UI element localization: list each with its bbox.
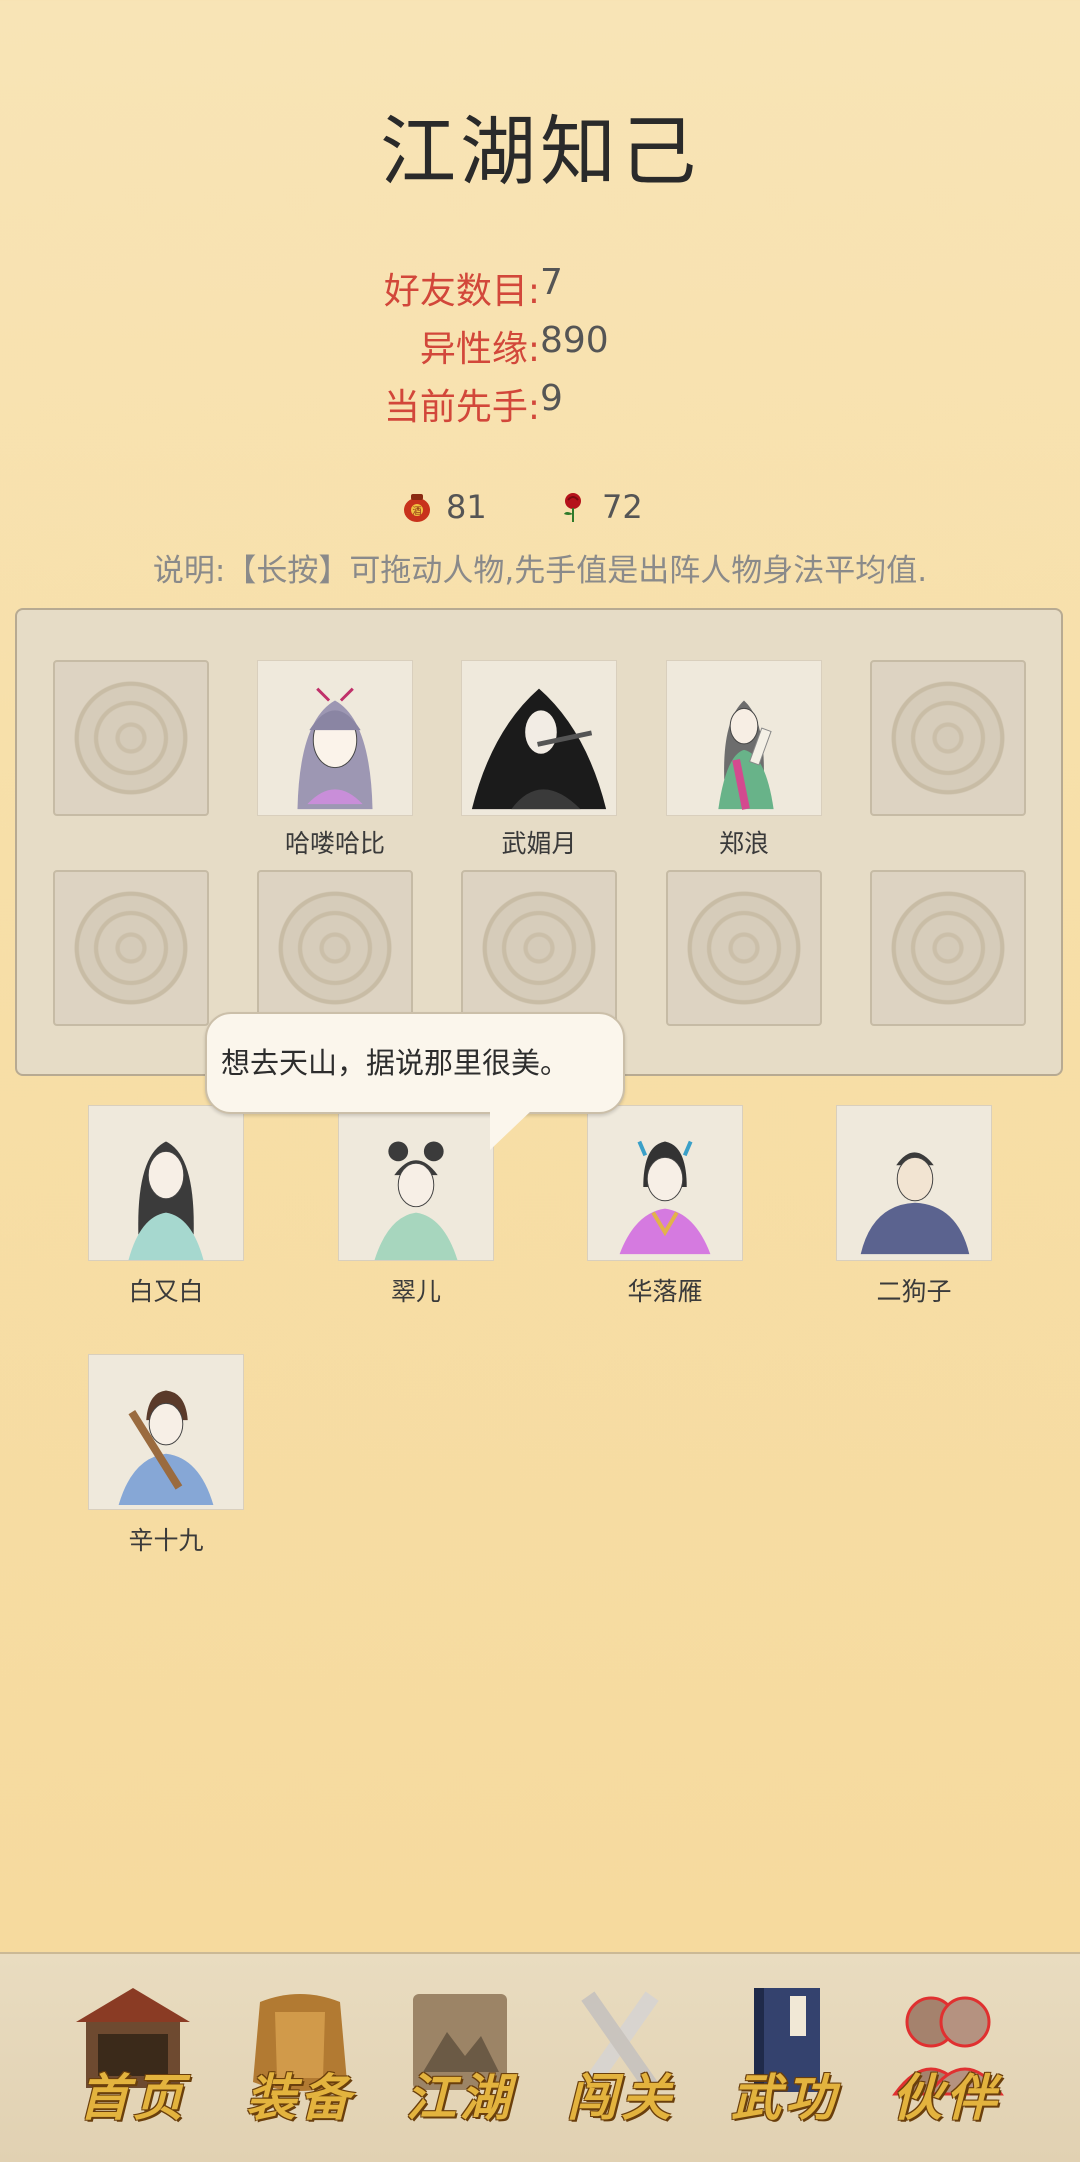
currency-value: 72 (602, 488, 643, 526)
formation-portrait[interactable] (666, 660, 822, 816)
formation-slot-empty[interactable] (870, 660, 1026, 816)
stat-value: 890 (540, 320, 609, 361)
friend-portrait[interactable] (836, 1105, 992, 1261)
speech-bubble: 想去天山，据说那里很美。 (205, 1012, 625, 1114)
formation-name: 哈喽哈比 (284, 829, 385, 858)
formation-slot-empty[interactable] (461, 870, 617, 1026)
stat-label: 当前先手: (383, 387, 540, 428)
character-portrait-baiyoubai (89, 1106, 243, 1260)
stat-label: 好友数目: (383, 271, 540, 312)
wine-jar-icon: 酒 (404, 494, 430, 522)
nav-label: 伙伴 (892, 2068, 1000, 2127)
stat-value: 9 (540, 378, 563, 419)
speech-bubble-tail (490, 1110, 532, 1150)
nav-martial-arts[interactable]: 武功 (710, 1982, 860, 2132)
formation-name: 武媚月 (501, 829, 577, 858)
character-portrait-hualuoyan (588, 1106, 742, 1260)
stat-value: 7 (540, 262, 563, 303)
instructions-note: 说明:【长按】可拖动人物,先手值是出阵人物身法平均值. (152, 553, 928, 589)
currency-wine: 酒 81 (400, 488, 487, 526)
formation-slot-empty[interactable] (257, 870, 413, 1026)
formation-panel: 哈喽哈比 武媚月 郑浪 (15, 608, 1063, 1076)
friend-portrait[interactable] (88, 1105, 244, 1261)
formation-slot-empty[interactable] (53, 870, 209, 1026)
stat-label: 异性缘: (419, 329, 540, 370)
character-portrait-wumeiyue (462, 661, 616, 815)
formation-name: 郑浪 (718, 829, 769, 858)
friend-name: 白又白 (128, 1277, 204, 1306)
nav-jianghu[interactable]: 江湖 (385, 1982, 535, 2132)
friend-portrait[interactable] (587, 1105, 743, 1261)
nav-challenge[interactable]: 闯关 (546, 1982, 696, 2132)
nav-equipment[interactable]: 装备 (225, 1982, 375, 2132)
friend-portrait[interactable] (88, 1354, 244, 1510)
friend-name: 华落雁 (627, 1277, 703, 1306)
friend-name: 辛十九 (128, 1526, 204, 1555)
nav-partners[interactable]: 伙伴 (871, 1982, 1021, 2132)
currency-rose: 72 (556, 488, 643, 526)
currency-value: 81 (446, 488, 487, 526)
nav-home[interactable]: 首页 (58, 1982, 208, 2132)
character-portrait-haloubabi (258, 661, 412, 815)
friend-name: 二狗子 (876, 1277, 952, 1306)
formation-portrait[interactable] (257, 660, 413, 816)
formation-slot-empty[interactable] (870, 870, 1026, 1026)
formation-portrait[interactable] (461, 660, 617, 816)
svg-text:酒: 酒 (412, 506, 421, 517)
character-portrait-xinshijiu (89, 1355, 243, 1509)
nav-label: 装备 (246, 2068, 354, 2127)
bottom-nav-bar: 首页 装备 江湖 闯关 武功 伙伴 (0, 1952, 1080, 2162)
nav-label: 闯关 (567, 2068, 675, 2127)
formation-slot-empty[interactable] (666, 870, 822, 1026)
character-portrait-cuier (339, 1106, 493, 1260)
nav-label: 江湖 (406, 2068, 514, 2127)
rose-icon (564, 493, 581, 522)
formation-slot-empty[interactable] (53, 660, 209, 816)
friend-portrait[interactable] (338, 1105, 494, 1261)
friend-name: 翠儿 (390, 1277, 441, 1306)
nav-label: 首页 (79, 2068, 187, 2127)
page-title: 江湖知己 (380, 107, 700, 196)
character-portrait-ergouzi (837, 1106, 991, 1260)
character-portrait-zhenglang (667, 661, 821, 815)
nav-label: 武功 (731, 2068, 839, 2127)
